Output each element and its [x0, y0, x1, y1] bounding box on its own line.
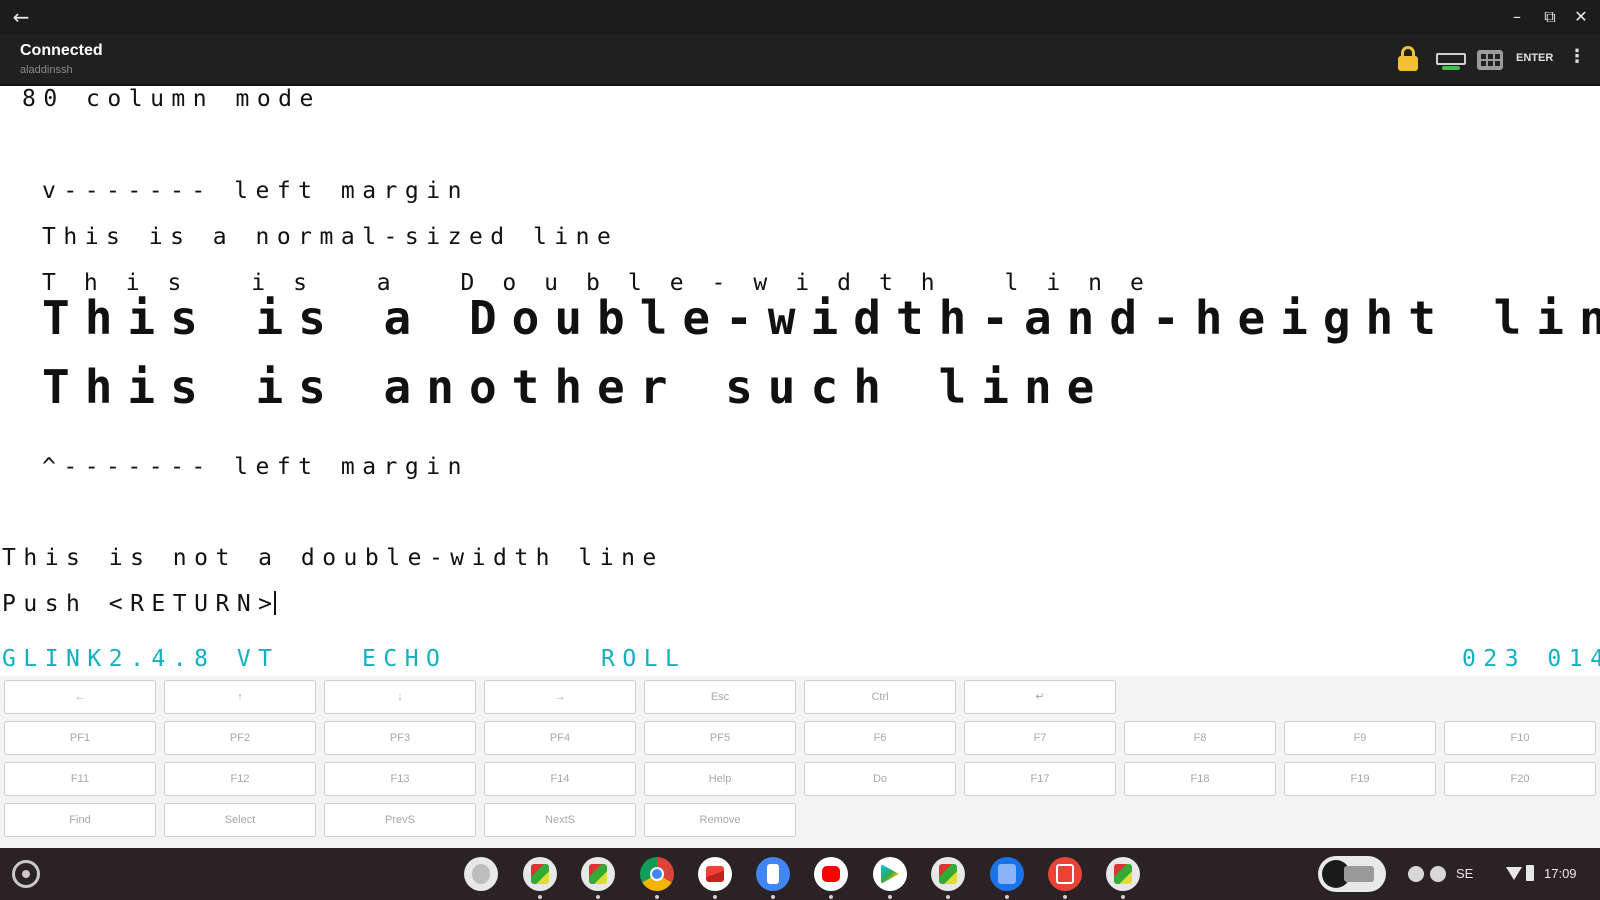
- key-f13[interactable]: F13: [324, 762, 476, 796]
- glink-icon[interactable]: [1106, 857, 1140, 899]
- key-enter[interactable]: ↵: [964, 680, 1116, 714]
- lock-icon[interactable]: [1397, 46, 1419, 72]
- clock: 17:09: [1544, 866, 1577, 881]
- play-store-icon[interactable]: [873, 857, 907, 899]
- maximize-icon[interactable]: ⧉: [1537, 4, 1563, 30]
- key-f10[interactable]: F10: [1444, 721, 1596, 755]
- status-dot-icon: [1430, 866, 1446, 882]
- ime-indicator: SE: [1456, 866, 1474, 881]
- terminal-line: This is a normal-sized line: [42, 224, 619, 250]
- key-prevs[interactable]: PrevS: [324, 803, 476, 837]
- enter-button[interactable]: ENTER: [1516, 52, 1553, 64]
- key-pf3[interactable]: PF3: [324, 721, 476, 755]
- connection-status: Connected: [20, 42, 103, 59]
- docs-icon[interactable]: [756, 857, 790, 899]
- host-name: aladdinssh: [20, 64, 73, 76]
- holding-space-tray[interactable]: [1318, 856, 1386, 892]
- gmail-icon[interactable]: [698, 857, 732, 899]
- key-left[interactable]: ←: [4, 680, 156, 714]
- virtual-keypad: ← ↑ ↓ → Esc Ctrl ↵ PF1 PF2 PF3 PF4 PF5 F…: [0, 676, 1600, 848]
- key-pf5[interactable]: PF5: [644, 721, 796, 755]
- launcher-icon[interactable]: [12, 860, 40, 888]
- terminal-line-double-height: This is another such line: [42, 360, 1110, 414]
- key-f6[interactable]: F6: [804, 721, 956, 755]
- terminal-prompt-line: Push <RETURN>: [2, 591, 276, 617]
- key-esc[interactable]: Esc: [644, 680, 796, 714]
- os-shelf: SE 17:09: [0, 848, 1600, 900]
- key-down[interactable]: ↓: [324, 680, 476, 714]
- key-f18[interactable]: F18: [1124, 762, 1276, 796]
- key-find[interactable]: Find: [4, 803, 156, 837]
- chrome-icon[interactable]: [640, 857, 674, 899]
- key-f9[interactable]: F9: [1284, 721, 1436, 755]
- minimize-icon[interactable]: –: [1504, 4, 1530, 30]
- more-menu-icon[interactable]: ⋮: [1568, 46, 1586, 67]
- terminal-line: This is not a double-width line: [2, 545, 664, 571]
- back-arrow-icon[interactable]: ←: [8, 4, 34, 30]
- terminal-line-double-height: This is a Double-width-and-height line: [42, 291, 1600, 345]
- key-f14[interactable]: F14: [484, 762, 636, 796]
- terminal-line: ^------- left margin: [42, 454, 469, 480]
- key-remove[interactable]: Remove: [644, 803, 796, 837]
- key-nexts[interactable]: NextS: [484, 803, 636, 837]
- battery-icon: [1526, 865, 1534, 881]
- terminal-screen[interactable]: 80 column mode v------- left margin This…: [0, 86, 1600, 676]
- keypad-icon[interactable]: [1475, 46, 1505, 72]
- key-pf2[interactable]: PF2: [164, 721, 316, 755]
- glink-icon[interactable]: [523, 857, 557, 899]
- key-f17[interactable]: F17: [964, 762, 1116, 796]
- key-ctrl[interactable]: Ctrl: [804, 680, 956, 714]
- key-f11[interactable]: F11: [4, 762, 156, 796]
- keyboard-icon[interactable]: [1436, 46, 1466, 72]
- status-echo: ECHO: [362, 646, 448, 672]
- key-help[interactable]: Help: [644, 762, 796, 796]
- terminal-line: 80 column mode: [22, 86, 321, 112]
- app-icon[interactable]: [464, 857, 498, 891]
- settings-status-icon: [1408, 866, 1424, 882]
- wifi-icon: [1506, 867, 1522, 880]
- key-do[interactable]: Do: [804, 762, 956, 796]
- status-position: 023 014: [1462, 646, 1600, 672]
- key-pf1[interactable]: PF1: [4, 721, 156, 755]
- status-roll: ROLL: [601, 646, 687, 672]
- terminal-line: v------- left margin: [42, 178, 469, 204]
- key-up[interactable]: ↑: [164, 680, 316, 714]
- app-icon[interactable]: [1048, 857, 1082, 899]
- key-f20[interactable]: F20: [1444, 762, 1596, 796]
- window-title-bar: ← – ⧉ ✕: [0, 0, 1600, 34]
- key-f8[interactable]: F8: [1124, 721, 1276, 755]
- app-header: Connected aladdinssh ENTER ⋮: [0, 34, 1600, 86]
- text-cursor: [273, 591, 276, 615]
- key-f7[interactable]: F7: [964, 721, 1116, 755]
- glink-icon[interactable]: [581, 857, 615, 899]
- close-icon[interactable]: ✕: [1568, 4, 1594, 30]
- status-program: GLINK2.4.8 VT: [2, 646, 280, 672]
- glink-icon[interactable]: [931, 857, 965, 899]
- key-f12[interactable]: F12: [164, 762, 316, 796]
- key-f19[interactable]: F19: [1284, 762, 1436, 796]
- key-pf4[interactable]: PF4: [484, 721, 636, 755]
- youtube-icon[interactable]: [814, 857, 848, 899]
- key-right[interactable]: →: [484, 680, 636, 714]
- key-select[interactable]: Select: [164, 803, 316, 837]
- files-icon[interactable]: [990, 857, 1024, 899]
- prompt-text: Push <RETURN>: [2, 591, 280, 617]
